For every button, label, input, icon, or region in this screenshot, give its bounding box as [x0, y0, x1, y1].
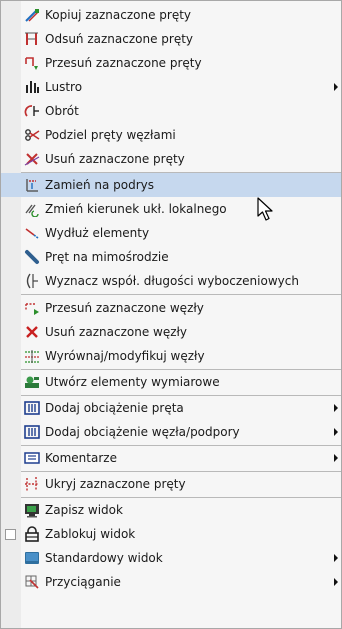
menu-item-save-view[interactable]: Zapisz widok	[1, 498, 341, 522]
context-menu: Kopiuj zaznaczone pręty Odsuń zaznaczone…	[0, 0, 342, 629]
menu-item-label: Kopiuj zaznaczone pręty	[45, 8, 192, 22]
menu-item-label: Zamień na podrys	[45, 178, 155, 192]
menu-item-label: Dodaj obciążenie węzła/podpory	[45, 425, 240, 439]
save-view-icon	[25, 504, 39, 518]
menu-item-hide-bars[interactable]: Ukryj zaznaczone pręty	[1, 472, 341, 496]
menu-item-label: Odsuń zaznaczone pręty	[45, 32, 194, 46]
node-load-icon	[24, 425, 40, 439]
menu-item-standard-view[interactable]: Standardowy widok	[1, 546, 341, 570]
menu-item-label: Podziel pręty węzłami	[45, 128, 176, 142]
menu-item-delete-nodes[interactable]: Usuń zaznaczone węzły	[1, 320, 341, 344]
menu-item-comments[interactable]: Komentarze	[1, 446, 341, 470]
menu-item-label: Utwórz elementy wymiarowe	[45, 375, 220, 389]
menu-item-label: Komentarze	[45, 451, 117, 465]
submenu-arrow-icon	[334, 554, 338, 562]
menu-item-label: Przyciąganie	[45, 575, 121, 589]
convert-to-underlay-icon	[26, 179, 38, 192]
menu-item-convert-to-underlay[interactable]: Zamień na podrys	[1, 173, 341, 197]
menu-item-label: Dodaj obciążenie pręta	[45, 401, 184, 415]
change-direction-icon	[25, 204, 39, 217]
submenu-arrow-icon	[334, 404, 338, 412]
align-nodes-icon	[25, 350, 39, 363]
menu-item-label: Pręt na mimośrodzie	[45, 250, 169, 264]
delete-bars-icon	[24, 153, 40, 166]
submenu-arrow-icon	[334, 428, 338, 436]
menu-item-label: Wydłuż elementy	[45, 226, 150, 240]
menu-item-label: Usuń zaznaczone węzły	[45, 325, 188, 339]
menu-item-move-bars[interactable]: Przesuń zaznaczone pręty	[1, 51, 341, 75]
menu-item-label: Standardowy widok	[45, 551, 163, 565]
menu-item-buckling-length[interactable]: Wyznacz współ. długości wyboczeniowych	[1, 269, 341, 293]
menu-item-mirror[interactable]: Lustro	[1, 75, 341, 99]
menu-item-label: Zablokuj widok	[45, 527, 136, 541]
buckling-length-icon	[26, 273, 38, 289]
menu-item-label: Zapisz widok	[45, 503, 123, 517]
menu-item-copy-bars[interactable]: Kopiuj zaznaczone pręty	[1, 3, 341, 27]
menu-item-label: Zmień kierunek ukł. lokalnego	[45, 202, 227, 216]
menu-item-label: Przesuń zaznaczone węzły	[45, 301, 204, 315]
copy-bars-icon	[25, 9, 39, 22]
delete-nodes-icon	[26, 326, 38, 338]
menu-item-bar-load[interactable]: Dodaj obciążenie pręta	[1, 396, 341, 420]
menu-item-label: Obrót	[45, 104, 79, 118]
snapping-icon	[25, 575, 39, 589]
standard-view-icon	[25, 552, 39, 564]
menu-item-label: Lustro	[45, 80, 83, 94]
lock-view-checkbox[interactable]	[5, 529, 16, 540]
menu-item-label: Przesuń zaznaczone pręty	[45, 56, 202, 70]
hide-bars-icon	[25, 477, 39, 491]
extend-elements-icon	[25, 228, 39, 239]
bar-load-icon	[24, 401, 40, 415]
menu-item-lock-view[interactable]: Zablokuj widok	[1, 522, 341, 546]
menu-item-rotate[interactable]: Obrót	[1, 99, 341, 123]
menu-item-dimension-elements[interactable]: Utwórz elementy wymiarowe	[1, 370, 341, 394]
submenu-arrow-icon	[334, 454, 338, 462]
divide-bars-icon	[25, 129, 40, 141]
mouse-cursor-icon	[257, 197, 273, 221]
mirror-icon	[26, 81, 39, 93]
menu-item-label: Usuń zaznaczone pręty	[45, 152, 185, 166]
rotate-icon	[24, 105, 39, 117]
offset-bars-icon	[25, 32, 38, 45]
dimension-elements-icon	[25, 376, 39, 388]
menu-item-change-direction[interactable]: Zmień kierunek ukł. lokalnego	[1, 197, 341, 221]
menu-separator	[21, 294, 341, 295]
move-nodes-icon	[25, 303, 39, 315]
menu-item-divide-bars[interactable]: Podziel pręty węzłami	[1, 123, 341, 147]
menu-item-label: Wyrównaj/modyfikuj węzły	[45, 349, 205, 363]
eccentric-bar-icon	[25, 250, 39, 264]
menu-item-snapping[interactable]: Przyciąganie	[1, 570, 341, 594]
menu-item-move-nodes[interactable]: Przesuń zaznaczone węzły	[1, 296, 341, 320]
submenu-arrow-icon	[334, 578, 338, 586]
lock-view-icon	[25, 526, 39, 542]
menu-item-offset-bars[interactable]: Odsuń zaznaczone pręty	[1, 27, 341, 51]
submenu-arrow-icon	[334, 83, 338, 91]
menu-item-node-load[interactable]: Dodaj obciążenie węzła/podpory	[1, 420, 341, 444]
menu-item-extend-elements[interactable]: Wydłuż elementy	[1, 221, 341, 245]
menu-item-label: Ukryj zaznaczone pręty	[45, 477, 186, 491]
menu-item-delete-bars[interactable]: Usuń zaznaczone pręty	[1, 147, 341, 171]
menu-item-label: Wyznacz współ. długości wyboczeniowych	[45, 274, 299, 288]
menu-item-eccentric-bar[interactable]: Pręt na mimośrodzie	[1, 245, 341, 269]
menu-item-align-nodes[interactable]: Wyrównaj/modyfikuj węzły	[1, 344, 341, 368]
move-bars-icon	[25, 57, 38, 70]
comments-icon	[24, 452, 40, 464]
